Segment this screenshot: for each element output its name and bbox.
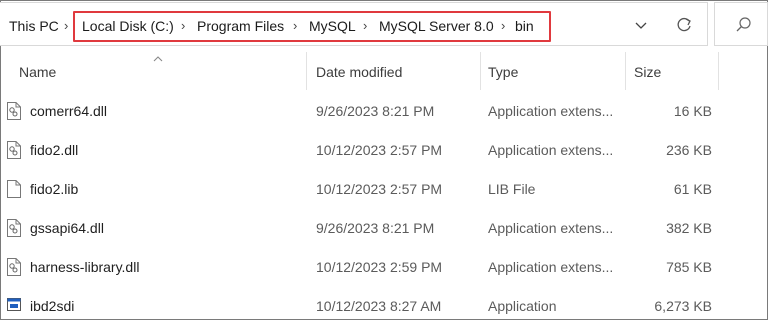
column-divider[interactable] [480,52,481,90]
file-date: 9/26/2023 8:21 PM [316,220,435,236]
file-name: fido2.dll [30,142,79,158]
file-size: 382 KB [666,220,712,236]
file-date: 10/12/2023 2:59 PM [316,259,443,275]
file-size: 785 KB [666,259,712,275]
refresh-icon[interactable] [675,15,693,40]
column-name[interactable]: Name [19,63,56,81]
chevron-right-icon[interactable]: › [64,17,68,35]
search-box[interactable] [714,2,768,46]
file-type: Application extens... [488,103,614,119]
list-item[interactable]: ibd2sdi 10/12/2023 8:27 AM Application 6… [0,287,768,326]
file-size: 236 KB [666,142,712,158]
column-divider[interactable] [306,52,307,90]
list-item[interactable]: gssapi64.dll 9/26/2023 8:21 PM Applicati… [0,209,768,248]
file-date: 10/12/2023 8:27 AM [316,298,442,314]
file-date: 9/26/2023 8:21 PM [316,103,435,119]
file-type: Application extens... [488,259,614,275]
file-type: LIB File [488,181,536,197]
list-item[interactable]: comerr64.dll 9/26/2023 8:21 PM Applicati… [0,92,768,131]
address-bar[interactable]: This PC › Local Disk (C:) › Program File… [0,2,708,46]
file-name: harness-library.dll [30,259,140,275]
blank-file-icon [7,180,21,198]
sort-ascending-icon [153,56,163,62]
file-date: 10/12/2023 2:57 PM [316,181,443,197]
dll-file-icon [7,141,21,159]
column-date-modified[interactable]: Date modified [316,63,402,81]
file-date: 10/12/2023 2:57 PM [316,142,443,158]
file-type: Application extens... [488,142,614,158]
file-name: fido2.lib [30,181,79,197]
column-type[interactable]: Type [488,63,518,81]
file-name: comerr64.dll [30,103,108,119]
column-divider[interactable] [718,52,719,90]
search-icon [736,17,751,32]
dll-file-icon [7,219,21,237]
file-size: 6,273 KB [654,298,712,314]
list-item[interactable]: harness-library.dll 10/12/2023 2:59 PM A… [0,248,768,287]
list-item[interactable]: fido2.lib 10/12/2023 2:57 PM LIB File 61… [0,170,768,209]
breadcrumb-highlight-box [73,11,551,42]
file-name: gssapi64.dll [30,220,104,236]
column-header: Name Date modified Type Size [0,50,768,92]
dll-file-icon [7,102,21,120]
file-size: 61 KB [673,181,712,197]
chevron-down-icon[interactable] [634,15,648,40]
file-type: Application [488,298,557,314]
exe-file-icon [7,298,21,311]
breadcrumb-this-pc[interactable]: This PC [9,17,59,35]
file-type: Application extens... [488,220,614,236]
column-size[interactable]: Size [634,63,661,81]
list-item[interactable]: fido2.dll 10/12/2023 2:57 PM Application… [0,131,768,170]
column-divider[interactable] [625,52,626,90]
file-name: ibd2sdi [30,298,75,314]
file-size: 16 KB [673,103,712,119]
dll-file-icon [7,258,21,276]
